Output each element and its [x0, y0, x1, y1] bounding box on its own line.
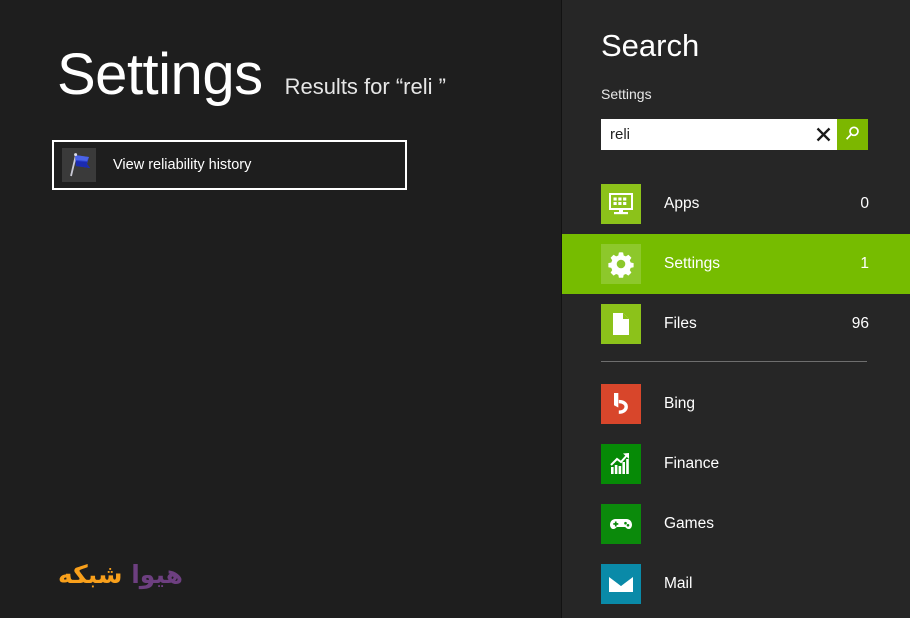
watermark-orange-text: شبکه: [58, 560, 123, 589]
search-panel: Search Settings reli Apps 0 Settings 1 F…: [562, 0, 910, 618]
results-subtitle: Results for “reli ”: [284, 74, 446, 99]
close-icon[interactable]: [809, 119, 837, 150]
result-item-view-reliability-history[interactable]: View reliability history: [52, 140, 407, 190]
section-divider: [601, 361, 867, 362]
document-icon: [601, 304, 641, 344]
scope-count: 1: [860, 255, 869, 272]
app-row-finance[interactable]: Finance: [562, 434, 910, 494]
games-icon: [601, 504, 641, 544]
watermark-purple-text: هیوا: [131, 560, 184, 589]
apps-monitor-icon: [601, 184, 641, 224]
app-row-games[interactable]: Games: [562, 494, 910, 554]
scope-label: Apps: [664, 195, 700, 212]
mail-icon: [601, 564, 641, 604]
app-row-mail[interactable]: Mail: [562, 554, 910, 614]
scope-row-files[interactable]: Files 96: [562, 294, 910, 354]
watermark: هیوا شبکه: [58, 560, 183, 589]
scope-row-settings[interactable]: Settings 1: [562, 234, 910, 294]
app-label: Mail: [664, 575, 693, 592]
scope-label: Settings: [664, 255, 721, 272]
gear-icon: [601, 244, 641, 284]
magnifier-icon: [844, 125, 861, 145]
app-label: Finance: [664, 455, 720, 472]
result-item-label: View reliability history: [113, 157, 252, 173]
scope-count: 96: [851, 315, 869, 332]
bing-icon: [601, 384, 641, 424]
search-charm-screen: Settings Results for “reli ” View reliab…: [0, 0, 910, 618]
search-scope-label: Settings: [601, 86, 652, 102]
finance-icon: [601, 444, 641, 484]
blue-flag-icon: [62, 148, 96, 182]
search-input[interactable]: [601, 119, 809, 150]
scope-label: Files: [664, 315, 697, 332]
search-submit-button[interactable]: [837, 119, 868, 150]
results-header: Settings Results for “reli ”: [57, 46, 446, 104]
app-row-bing[interactable]: Bing: [562, 374, 910, 434]
app-label: Bing: [664, 395, 696, 412]
page-title: Settings: [57, 42, 263, 107]
app-label: Games: [664, 515, 714, 532]
results-area: Settings Results for “reli ” View reliab…: [0, 0, 561, 618]
scope-count: 0: [860, 195, 869, 212]
scope-row-apps[interactable]: Apps 0: [562, 174, 910, 234]
search-box: [601, 119, 868, 150]
search-panel-title: Search: [601, 28, 700, 63]
